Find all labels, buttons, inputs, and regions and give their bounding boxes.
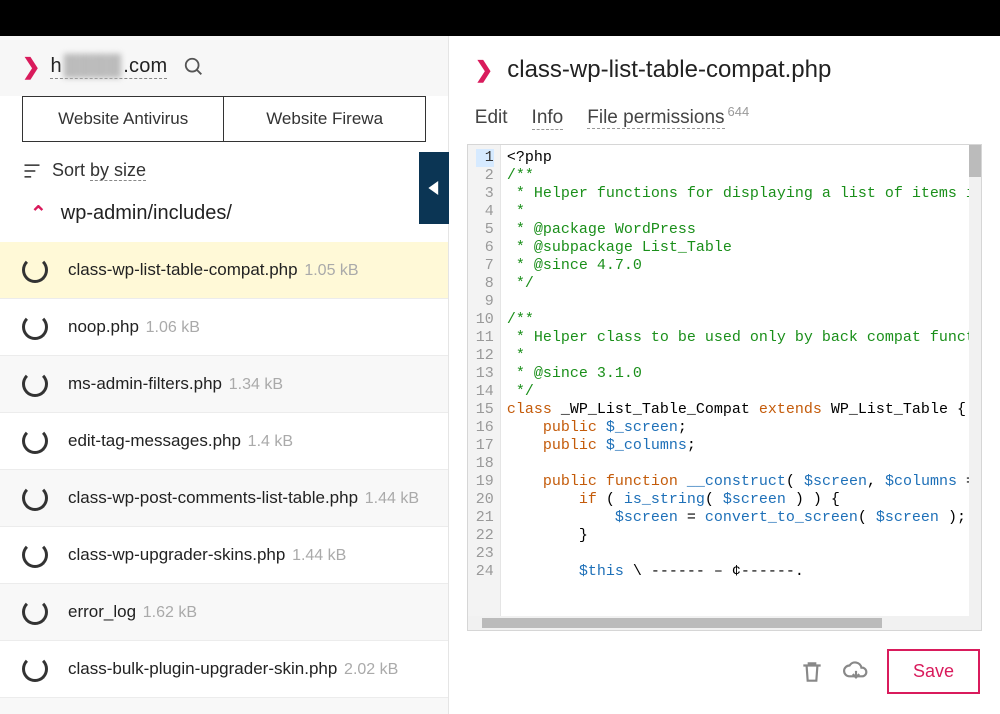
code-editor[interactable]: 123456789101112131415161718192021222324 … xyxy=(468,145,981,616)
file-row[interactable]: class-wp-list-table-compat.php 1.05 kB xyxy=(0,242,448,299)
loading-spinner-icon xyxy=(22,257,48,283)
loading-spinner-icon xyxy=(22,485,48,511)
chevron-up-icon[interactable]: ⌃ xyxy=(30,201,47,226)
current-path[interactable]: wp-admin/includes/ xyxy=(61,202,232,225)
triangle-left-icon xyxy=(427,181,441,195)
loading-spinner-icon xyxy=(22,656,48,682)
sort-icon[interactable] xyxy=(22,161,42,181)
chevron-right-icon: ❯ xyxy=(22,54,40,80)
file-panel: ❯ h████.com Website Antivirus Website Fi… xyxy=(0,36,448,714)
loading-spinner-icon xyxy=(22,314,48,340)
collapse-panel-button[interactable] xyxy=(419,152,449,224)
file-row[interactable]: ms-admin-filters.php 1.34 kB xyxy=(0,356,448,413)
file-row[interactable]: class-wp-post-comments-list-table.php 1.… xyxy=(0,470,448,527)
line-gutter: 123456789101112131415161718192021222324 xyxy=(468,145,501,616)
cloud-download-icon[interactable] xyxy=(843,659,869,685)
file-row[interactable]: edit-tag-messages.php 1.4 kB xyxy=(0,413,448,470)
file-row[interactable]: error_log 1.62 kB xyxy=(0,584,448,641)
file-row[interactable]: class-bulk-theme-upgrader-skin.php 2.06 … xyxy=(0,698,448,714)
chevron-right-icon: ❯ xyxy=(475,57,493,83)
file-row[interactable]: noop.php 1.06 kB xyxy=(0,299,448,356)
site-url[interactable]: h████.com xyxy=(50,55,167,79)
code-area[interactable]: <?php/** * Helper functions for displayi… xyxy=(501,145,981,616)
loading-spinner-icon xyxy=(22,542,48,568)
sort-label[interactable]: Sort by size xyxy=(52,160,146,181)
editor-tab-permissions[interactable]: File permissions644 xyxy=(587,104,749,129)
search-icon[interactable] xyxy=(183,56,205,78)
vertical-scrollbar[interactable] xyxy=(969,145,981,616)
tab-antivirus[interactable]: Website Antivirus xyxy=(23,97,224,141)
loading-spinner-icon xyxy=(22,428,48,454)
trash-icon[interactable] xyxy=(799,659,825,685)
file-row[interactable]: class-bulk-plugin-upgrader-skin.php 2.02… xyxy=(0,641,448,698)
file-list: class-wp-list-table-compat.php 1.05 kB n… xyxy=(0,242,448,714)
editor-tab-edit[interactable]: Edit xyxy=(475,107,508,129)
loading-spinner-icon xyxy=(22,599,48,625)
window-titlebar xyxy=(0,0,1000,36)
editor-panel: ❯ class-wp-list-table-compat.php Edit In… xyxy=(448,36,1000,714)
file-row[interactable]: class-wp-upgrader-skins.php 1.44 kB xyxy=(0,527,448,584)
editor-filename: class-wp-list-table-compat.php xyxy=(507,56,831,84)
save-button[interactable]: Save xyxy=(887,649,980,694)
tab-firewall[interactable]: Website Firewa xyxy=(224,97,424,141)
section-tabs: Website Antivirus Website Firewa xyxy=(22,96,426,142)
loading-spinner-icon xyxy=(22,371,48,397)
horizontal-scrollbar[interactable] xyxy=(468,616,981,630)
editor-tab-info[interactable]: Info xyxy=(532,107,564,130)
